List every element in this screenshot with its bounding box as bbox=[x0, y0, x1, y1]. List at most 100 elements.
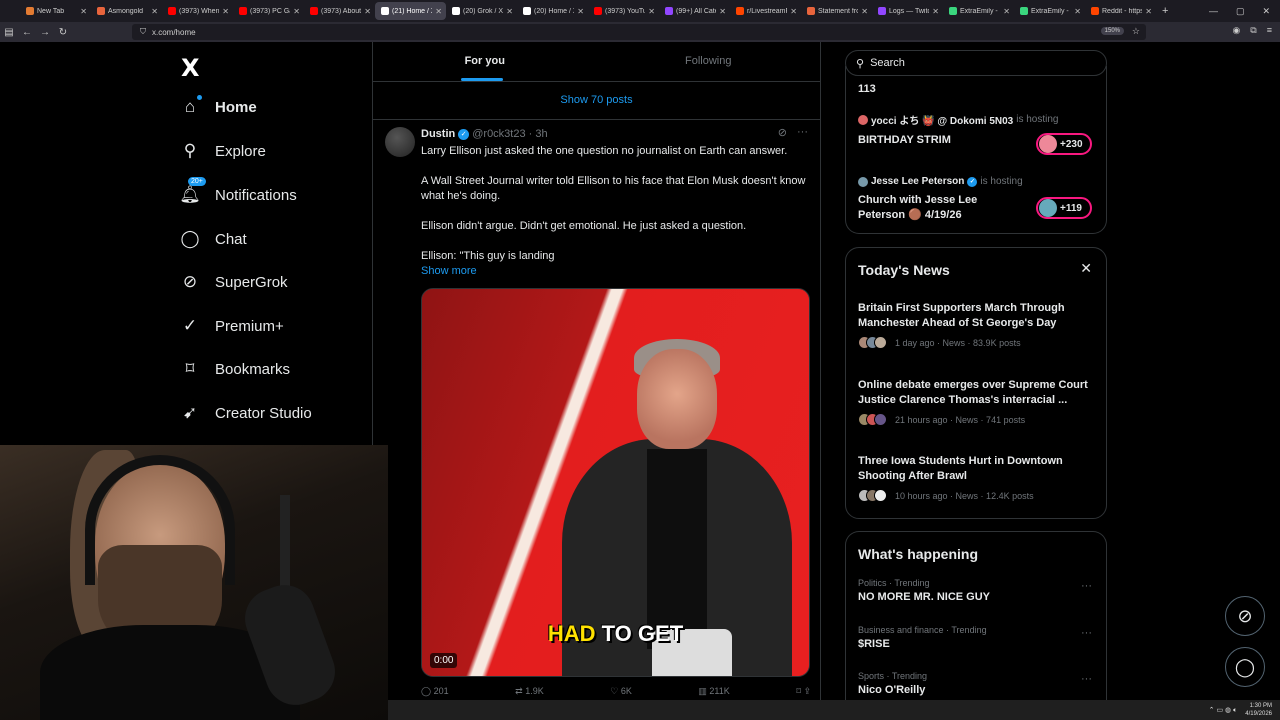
browser-tab[interactable]: r/LivestreamFail✕ bbox=[730, 2, 801, 20]
sidebar-item-notifications[interactable]: 🔔︎ 20+ Notifications bbox=[179, 177, 297, 205]
tab-close-icon[interactable]: ✕ bbox=[506, 7, 513, 16]
trend-item[interactable]: Business and finance · Trending $RISE ··… bbox=[858, 625, 1098, 650]
tab-following[interactable]: Following bbox=[597, 42, 821, 81]
trend-item[interactable]: Sports · Trending Nico O'Reilly ··· bbox=[858, 671, 1098, 696]
browser-tab[interactable]: Reddit - https:/✕ bbox=[1085, 2, 1156, 20]
tab-close-icon[interactable]: ✕ bbox=[80, 7, 87, 16]
reload-icon[interactable]: ↻ bbox=[54, 27, 72, 38]
grok-fab-button[interactable]: ⊘ bbox=[1225, 596, 1265, 636]
tab-favicon-icon bbox=[1091, 7, 1099, 15]
avatar[interactable] bbox=[385, 127, 415, 157]
new-tab-icon[interactable]: + bbox=[1156, 5, 1174, 17]
tab-close-icon[interactable]: ✕ bbox=[1145, 7, 1152, 16]
author-name[interactable]: Dustin bbox=[421, 128, 455, 140]
tab-close-icon[interactable]: ✕ bbox=[222, 7, 229, 16]
show-more-link[interactable]: Show more bbox=[421, 264, 811, 279]
extensions-icon[interactable]: ⧉ bbox=[1250, 25, 1256, 36]
news-item[interactable]: Online debate emerges over Supreme Court… bbox=[858, 378, 1098, 426]
views-button[interactable]: ▥ 211K bbox=[698, 686, 729, 697]
live-row[interactable]: Jesse Lee Peterson ✓ is hosting Church wit… bbox=[858, 176, 1023, 223]
repost-button[interactable]: ⇄ 1.9K bbox=[515, 686, 544, 697]
search-input[interactable]: ⚲ Search bbox=[845, 50, 1107, 76]
news-item[interactable]: Three Iowa Students Hurt in Downtown Sho… bbox=[858, 454, 1098, 502]
news-title: Today's News bbox=[858, 262, 950, 278]
share-buttons[interactable]: ⌑ ⇪ bbox=[796, 686, 811, 697]
browser-tab[interactable]: (99+) All Categ✕ bbox=[659, 2, 730, 20]
avatar-stack bbox=[858, 413, 887, 426]
sidebar-item-explore[interactable]: ⚲ Explore bbox=[180, 141, 266, 161]
shield-icon: ⛉ bbox=[140, 27, 146, 36]
zoom-level[interactable]: 150% bbox=[1100, 27, 1124, 35]
sidebar-item-home[interactable]: ⌂ Home bbox=[180, 95, 257, 117]
account-icon[interactable]: ◉ bbox=[1232, 25, 1240, 36]
news-item[interactable]: Britain First Supporters March Through M… bbox=[858, 301, 1098, 349]
sidebar-item-premium[interactable]: ✓ Premium+ bbox=[180, 316, 284, 336]
browser-tab[interactable]: (20) Home / X ✕ bbox=[517, 2, 588, 20]
minimize-icon[interactable]: — bbox=[1209, 6, 1218, 16]
browser-tab[interactable]: ExtraEmily - Str✕ bbox=[943, 2, 1014, 20]
webcam-overlay bbox=[0, 445, 388, 720]
sidebar-item-chat[interactable]: ◯ Chat bbox=[180, 229, 246, 249]
browser-tab[interactable]: (3973) When a✕ bbox=[162, 2, 233, 20]
browser-tab[interactable]: ExtraEmily - Str✕ bbox=[1014, 2, 1085, 20]
tab-close-icon[interactable]: ✕ bbox=[790, 7, 797, 16]
browser-tab[interactable]: (3973) PC Gam✕ bbox=[233, 2, 304, 20]
tab-for-you[interactable]: For you bbox=[373, 42, 597, 81]
more-icon[interactable]: ··· bbox=[1081, 580, 1092, 592]
sidebar-item-bookmarks[interactable]: ⌑ Bookmarks bbox=[180, 359, 290, 379]
post-header: Dustin ✓ @r0ck3t23 · 3h bbox=[421, 128, 548, 140]
url-bar[interactable]: ⛉ x.com/home 150% ☆ bbox=[132, 24, 1146, 40]
tab-close-icon[interactable]: ✕ bbox=[861, 7, 868, 16]
x-logo-icon[interactable]: X bbox=[181, 54, 200, 82]
tab-close-icon[interactable]: ✕ bbox=[932, 7, 939, 16]
menu-icon[interactable]: ≡ bbox=[1267, 25, 1272, 36]
tab-close-icon[interactable]: ✕ bbox=[293, 7, 300, 16]
author-handle[interactable]: @r0ck3t23 · 3h bbox=[472, 128, 547, 140]
post-video[interactable]: HAD TO GET 0:00 bbox=[421, 288, 810, 677]
tab-close-icon[interactable]: ✕ bbox=[364, 7, 371, 16]
more-icon[interactable]: ··· bbox=[797, 126, 808, 139]
grok-icon[interactable]: ⊘ bbox=[778, 126, 787, 139]
more-icon[interactable]: ··· bbox=[1081, 673, 1092, 685]
like-button[interactable]: ♡ 6K bbox=[610, 686, 632, 697]
tab-close-icon[interactable]: ✕ bbox=[648, 7, 655, 16]
reply-button[interactable]: ◯ 201 bbox=[421, 686, 449, 697]
browser-tab[interactable]: New Tab ✕ bbox=[20, 2, 91, 20]
tray-icons[interactable]: ⌃ ▭ ◍ 🔈︎ bbox=[1209, 706, 1238, 715]
tab-favicon-icon bbox=[381, 7, 389, 15]
browser-tab[interactable]: (3973) YouTube✕ bbox=[588, 2, 659, 20]
back-icon[interactable]: ← bbox=[18, 27, 36, 38]
tab-close-icon[interactable]: ✕ bbox=[577, 7, 584, 16]
more-icon[interactable]: ··· bbox=[1081, 627, 1092, 639]
live-join-button[interactable]: +230 bbox=[1036, 133, 1092, 155]
tab-favicon-icon bbox=[736, 7, 744, 15]
trend-category: Sports · Trending bbox=[858, 671, 928, 681]
tab-close-icon[interactable]: ✕ bbox=[1003, 7, 1010, 16]
tab-close-icon[interactable]: ✕ bbox=[719, 7, 726, 16]
close-icon[interactable]: ✕ bbox=[1080, 260, 1092, 277]
browser-tab[interactable]: (20) Grok / X ✕ bbox=[446, 2, 517, 20]
clock[interactable]: 1:30 PM 4/19/2026 bbox=[1245, 702, 1272, 718]
sidebar-item-creator-studio[interactable]: ➹ Creator Studio bbox=[180, 403, 312, 423]
tab-close-icon[interactable]: ✕ bbox=[151, 7, 158, 16]
sidebar-toggle-icon[interactable]: ▤ bbox=[0, 27, 18, 38]
forward-icon[interactable]: → bbox=[36, 27, 54, 38]
maximize-icon[interactable]: ▢ bbox=[1236, 6, 1245, 17]
live-row[interactable]: 113 bbox=[858, 82, 876, 97]
chat-fab-button[interactable]: ◯ bbox=[1225, 647, 1265, 687]
browser-tab[interactable]: (21) Home / X ✕ bbox=[375, 2, 446, 20]
trend-item[interactable]: Politics · Trending NO MORE MR. NICE GUY… bbox=[858, 578, 1098, 603]
browser-tab[interactable]: Asmongold ✕ bbox=[91, 2, 162, 20]
live-join-button[interactable]: +119 bbox=[1036, 197, 1092, 219]
browser-tab[interactable]: Logs — Twitch✕ bbox=[872, 2, 943, 20]
show-new-posts-button[interactable]: Show 70 posts bbox=[373, 82, 820, 120]
post-paragraph: Ellison didn't argue. Didn't get emotion… bbox=[421, 220, 747, 232]
tab-close-icon[interactable]: ✕ bbox=[435, 7, 442, 16]
tab-close-icon[interactable]: ✕ bbox=[1074, 7, 1081, 16]
browser-tab[interactable]: Statement from✕ bbox=[801, 2, 872, 20]
bookmark-star-icon[interactable]: ☆ bbox=[1132, 26, 1140, 37]
browser-tab[interactable]: (3973) About T✕ bbox=[304, 2, 375, 20]
live-row[interactable]: yocci よち 👹 @ Dokomi 5N03 is hosting BIRTH… bbox=[858, 112, 1059, 148]
close-window-icon[interactable]: ✕ bbox=[1262, 6, 1270, 17]
sidebar-item-supergrok[interactable]: ⊘ SuperGrok bbox=[180, 272, 288, 292]
